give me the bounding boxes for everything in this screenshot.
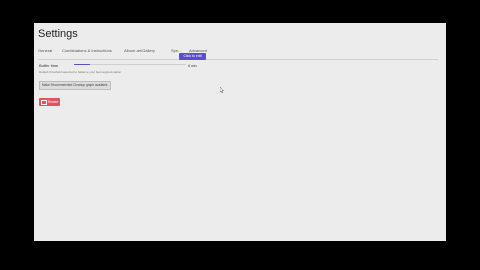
tab-general[interactable]: General — [38, 48, 52, 53]
make-recommended-button[interactable]: Make Recommended Cleanup graph available — [39, 81, 111, 90]
buffer-value: 6 min — [188, 64, 197, 68]
tab-album-art-gallery[interactable]: Album art/Gallery — [124, 48, 155, 53]
tab-divider — [38, 59, 438, 60]
restart-label: Restart — [48, 100, 59, 104]
buffer-slider[interactable] — [74, 63, 186, 65]
restart-icon — [41, 99, 47, 105]
cursor-icon — [220, 87, 224, 93]
page-title: Settings — [38, 28, 78, 40]
tooltip-label: Click to edit — [183, 54, 202, 58]
tab-combinations-instructions[interactable]: Combinations & Instructions — [62, 48, 112, 53]
buffer-time-label: Buffer time — [39, 63, 59, 68]
buffer-slider-fill — [74, 63, 90, 65]
tooltip: Click to edit — [179, 53, 206, 60]
settings-window: Settings General Combinations & Instruct… — [34, 23, 446, 241]
restart-button[interactable]: Restart — [39, 98, 61, 106]
buffer-time-description: Default threshold selected to balance yo… — [39, 70, 122, 74]
